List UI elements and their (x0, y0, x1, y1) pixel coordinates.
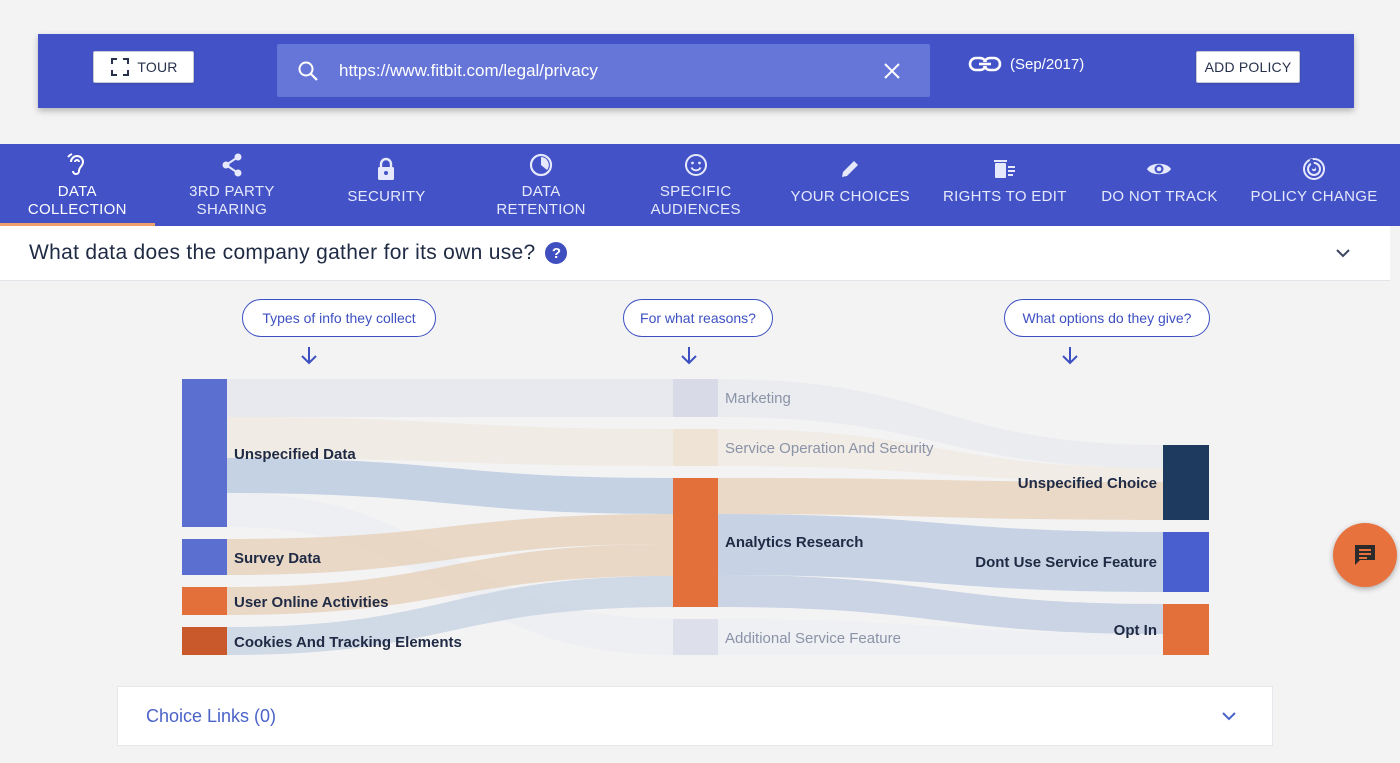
choice-links-label: Choice Links (0) (146, 705, 277, 726)
purpose-label: Additional Service Feature (725, 630, 901, 647)
choice-node-dont-use-service[interactable] (1163, 532, 1209, 592)
tab-label: DO NOT TRACK (1101, 188, 1218, 205)
tour-button[interactable]: TOUR (93, 51, 194, 83)
source-label: Cookies And Tracking Elements (234, 634, 462, 651)
search-icon (298, 61, 318, 81)
tab-label: DATA RETENTION (496, 183, 586, 218)
chevron-down-icon[interactable] (1218, 705, 1240, 727)
url-input[interactable] (339, 55, 880, 86)
tab-data-retention[interactable]: DATA RETENTION (464, 144, 619, 226)
source-node-survey-data[interactable] (182, 539, 227, 575)
choice-node-opt-in[interactable] (1163, 604, 1209, 655)
radar-icon (1302, 158, 1326, 180)
ear-icon (65, 150, 89, 180)
tab-label: POLICY CHANGE (1250, 188, 1378, 205)
question-title: What data does the company gather for it… (29, 241, 536, 264)
tab-label: SECURITY (347, 188, 426, 205)
tab-data-collection[interactable]: DATA COLLECTION (0, 144, 155, 226)
tab-label: 3RD PARTY SHARING (189, 183, 275, 218)
tab-do-not-track[interactable]: DO NOT TRACK (1082, 144, 1237, 226)
link-icon[interactable] (968, 54, 1002, 74)
tab-label: DATA COLLECTION (27, 183, 127, 218)
help-icon[interactable]: ? (545, 242, 568, 264)
eye-icon (1145, 158, 1173, 180)
choice-node-unspecified-choice[interactable] (1163, 445, 1209, 520)
source-label: User Online Activities (234, 594, 389, 611)
policy-link-info: (Sep/2017) (968, 54, 1084, 74)
tab-policy-change[interactable]: POLICY CHANGE (1237, 144, 1392, 226)
share-icon (220, 150, 244, 180)
question-header[interactable]: What data does the company gather for it… (0, 226, 1390, 281)
purpose-label: Service Operation And Security (725, 440, 934, 457)
source-node-user-online-activities[interactable] (182, 587, 227, 615)
purpose-node-additional-service[interactable] (673, 619, 718, 655)
tab-label: RIGHTS TO EDIT (943, 188, 1067, 205)
choice-label: Unspecified Choice (1018, 475, 1157, 492)
clear-icon[interactable] (880, 59, 904, 83)
delete-edit-icon (992, 158, 1018, 180)
add-policy-label: ADD POLICY (1204, 59, 1292, 75)
lock-icon (375, 157, 397, 180)
policy-date: (Sep/2017) (1010, 55, 1085, 73)
choice-label: Opt In (1114, 622, 1157, 639)
source-label: Survey Data (234, 550, 321, 567)
purpose-node-analytics-research[interactable] (673, 478, 718, 607)
purpose-node-marketing[interactable] (673, 379, 718, 417)
tab-rights-to-edit[interactable]: RIGHTS TO EDIT (928, 144, 1083, 226)
tab-label: YOUR CHOICES (790, 188, 910, 205)
tab-your-choices[interactable]: YOUR CHOICES (773, 144, 928, 226)
url-search-box[interactable] (277, 44, 930, 97)
source-label: Unspecified Data (234, 446, 356, 463)
tab-specific-audiences[interactable]: SPECIFIC AUDIENCES (618, 144, 773, 226)
purpose-label: Marketing (725, 390, 791, 407)
top-toolbar: TOUR (Sep/2017) ADD POLICY (38, 34, 1354, 108)
chat-button[interactable] (1333, 523, 1397, 587)
source-node-cookies[interactable] (182, 627, 227, 655)
purpose-label: Analytics Research (725, 534, 863, 551)
choice-label: Dont Use Service Feature (975, 554, 1157, 571)
flow-link (227, 379, 673, 417)
pencil-icon (839, 158, 861, 180)
chevron-down-icon[interactable] (1332, 242, 1354, 264)
sankey-diagram: Types of info they collect For what reas… (0, 282, 1390, 682)
tour-label: TOUR (137, 59, 178, 75)
add-policy-button[interactable]: ADD POLICY (1196, 51, 1300, 83)
fullscreen-icon (111, 58, 130, 76)
purpose-node-service-operation[interactable] (673, 429, 718, 466)
tab-label: SPECIFIC AUDIENCES (650, 183, 741, 218)
chat-icon (1355, 545, 1375, 565)
sankey-graph: Unspecified Data Survey Data User Online… (182, 379, 1209, 655)
timer-icon (528, 150, 554, 180)
category-tabs: DATA COLLECTION 3RD PARTY SHARING SECURI… (0, 144, 1400, 226)
tab-security[interactable]: SECURITY (309, 144, 464, 226)
choice-links-panel[interactable]: Choice Links (0) (117, 686, 1273, 746)
face-icon (683, 150, 709, 180)
tab-3rd-party-sharing[interactable]: 3RD PARTY SHARING (155, 144, 310, 226)
source-node-unspecified-data[interactable] (182, 379, 227, 527)
